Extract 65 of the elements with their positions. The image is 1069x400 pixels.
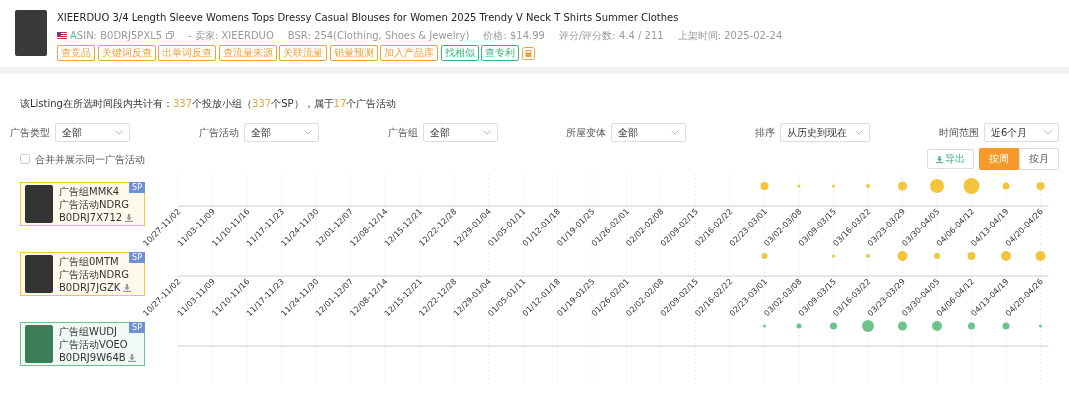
filter-label: 广告组 <box>387 126 418 140</box>
meta-text: BSR: 254(Clothing, Shoes & Jewelry) <box>287 28 470 43</box>
meta-text: - 卖家: XIEERDUO <box>188 28 274 43</box>
checkbox[interactable] <box>20 154 30 164</box>
filter-select[interactable]: 全部 <box>611 123 687 142</box>
tag-button[interactable]: 查竞品 <box>57 45 95 61</box>
filter-label: 时间范围 <box>939 126 979 140</box>
chevron-down-icon <box>303 130 312 135</box>
group-name: 广告组MMK4 <box>59 185 121 198</box>
export-button[interactable]: 导出 <box>926 149 974 169</box>
sp-badge: SP <box>129 252 145 263</box>
group-name: 广告组0MTM <box>59 255 120 268</box>
tag-button[interactable]: 销量预测 <box>329 45 378 61</box>
sp-badge: SP <box>129 322 145 333</box>
filter-select[interactable]: 全部 <box>422 123 498 142</box>
flag-icon <box>57 31 67 39</box>
tag-button[interactable]: 关键词反查 <box>97 45 156 61</box>
chevron-down-icon <box>671 130 680 135</box>
campaign-name: 广告活动NDRG <box>59 268 130 281</box>
download-icon[interactable] <box>124 213 133 222</box>
chevron-down-icon <box>482 130 491 135</box>
campaign-name: 广告活动NDRG <box>59 198 130 211</box>
calculator-icon[interactable] <box>521 46 535 60</box>
tag-button[interactable]: 查专利 <box>481 45 519 61</box>
download-icon[interactable] <box>128 353 137 362</box>
chevron-down-icon <box>115 130 123 135</box>
ad-group-card[interactable]: 广告组0MTM 广告活动NDRG B0DRJ7JGZK SP <box>20 252 145 296</box>
filter-select[interactable]: 从历史到现在 <box>780 123 871 142</box>
asin-text: B0DRJ9W64B <box>59 351 126 364</box>
campaign-name: 广告活动VOEO <box>59 338 129 351</box>
filter-select[interactable]: 全部 <box>55 123 130 142</box>
filter-select[interactable]: 全部 <box>243 123 319 142</box>
checkbox-label: 合并并展示同一广告活动 <box>35 152 145 167</box>
filter-select[interactable]: 近6个月 <box>984 123 1059 142</box>
meta-text: 评分/评分数: 4.4 / 211 <box>559 28 664 43</box>
meta-text: 上架时间: 2025-02-24 <box>677 28 783 43</box>
period-tab[interactable]: 按周 <box>979 148 1019 170</box>
photo-placeholder <box>25 255 53 293</box>
ad-group-card[interactable]: 广告组WUDJ 广告活动VOEO B0DRJ9W64B SP <box>20 322 145 366</box>
period-tab[interactable]: 按月 <box>1019 148 1059 170</box>
filter-label: 所屋变体 <box>566 126 607 140</box>
tag-button[interactable]: 关联流量 <box>279 45 327 61</box>
tag-button[interactable]: 加入产品库 <box>380 45 438 61</box>
download-icon <box>935 155 943 163</box>
filter-label: 排序 <box>755 126 776 140</box>
sp-badge: SP <box>129 182 145 193</box>
copy-icon[interactable] <box>166 31 175 39</box>
summary-text: 该Listing在所选时间段内共计有：337个投放小组（337个SP），属于17个广告活动 <box>19 97 398 111</box>
tag-button[interactable]: 找相似 <box>440 45 479 61</box>
filter-label: 广告活动 <box>198 126 239 140</box>
meta-text: ASIN: B0DRJ5PXL5 <box>70 28 163 43</box>
photo-placeholder <box>25 325 53 363</box>
product-title: XIEERDUO 3/4 Length Sleeve Womens Tops Dressy Casual Blouses for Women 2025 Trendy V Neck T Shirts Summer Clothes <box>57 11 680 25</box>
chevron-down-icon <box>855 130 864 135</box>
chevron-down-icon <box>1044 130 1052 135</box>
asin-text: B0DRJ7X712 <box>59 211 123 224</box>
download-icon[interactable] <box>122 283 131 292</box>
tag-button[interactable]: 查流量来源 <box>218 45 277 61</box>
photo-placeholder <box>25 185 53 223</box>
asin-text: B0DRJ7JGZK <box>59 281 121 294</box>
ad-group-card[interactable]: 广告组MMK4 广告活动NDRG B0DRJ7X712 SP <box>20 182 145 226</box>
product-photo <box>15 10 47 56</box>
tag-button[interactable]: 出单词反查 <box>158 45 216 61</box>
filter-label: 广告类型 <box>10 126 50 140</box>
meta-text: 价格: $14.99 <box>483 28 545 43</box>
